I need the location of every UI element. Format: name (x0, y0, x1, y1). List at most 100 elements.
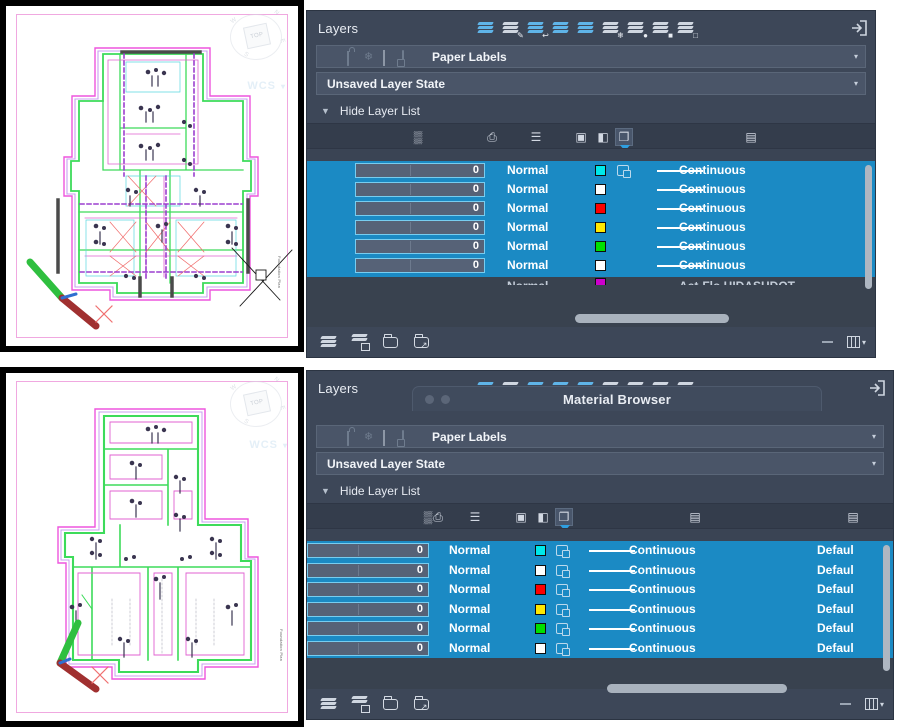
drawing-viewport-top[interactable]: TOP N E S W WCS ▾ Foundation Plan (0, 0, 304, 352)
description-column-icon[interactable]: ☰ (528, 129, 544, 145)
freeze-icon[interactable]: ❄ (364, 51, 376, 63)
layer-state-icons[interactable]: ❄ (326, 49, 414, 66)
layer-grid-column-headers[interactable]: ▒ ⎙ ☰ ▣ ◧ ❐ ▤ (307, 123, 875, 149)
layer-name-field[interactable]: 0 (355, 220, 485, 235)
layer-color-swatch[interactable] (535, 642, 546, 654)
layer-previous-icon[interactable]: ↩ (527, 19, 549, 40)
layer-grid-body[interactable]: 0 Normal Continuous Defaul 0 Normal Continuous… (307, 541, 893, 689)
layer-color-swatch[interactable] (595, 203, 606, 214)
layer-off-icon[interactable]: ● (627, 19, 648, 40)
vp-layer-column-icon[interactable]: ❐ (615, 128, 633, 148)
hide-layer-list-toggle[interactable]: ▼ Hide Layer List (321, 479, 893, 503)
footer-icon-group[interactable]: ↗ (320, 695, 432, 713)
palette-footer[interactable]: ↗ ▾ (307, 327, 875, 357)
layer-color-swatch[interactable] (595, 241, 606, 252)
layer-unlock-icon[interactable]: □ (677, 19, 698, 40)
exit-panel-icon[interactable] (850, 19, 868, 37)
view-cube-top[interactable]: TOP N E S W (226, 8, 292, 68)
layer-color-swatch[interactable] (535, 603, 546, 615)
layer-properties-icon[interactable] (477, 19, 498, 38)
layer-color-swatch[interactable] (535, 584, 546, 595)
viewport-layer-icon[interactable] (556, 584, 570, 597)
table-row[interactable]: 0 Normal Continuous Defaul (307, 619, 893, 638)
plot-icon[interactable] (402, 429, 414, 446)
layer-color-swatch[interactable] (535, 545, 546, 556)
layer-state-selector[interactable]: Unsaved Layer State ▾ (316, 452, 884, 475)
table-row[interactable]: 0 Normal Continuous Defaul (307, 580, 893, 599)
open-folder-icon[interactable] (382, 333, 401, 351)
vp-layer-column-icon[interactable]: ❐ (555, 508, 573, 528)
layers-palette-bottom[interactable]: Layers ↩ ❄ Paper Labels ▾ Unsaved Layer … (306, 370, 894, 720)
layers-palette-top[interactable]: Layers ✎ ↩ ❄ ● ■ □ ❄ Paper Labels ▾ Unsaved L… (306, 10, 876, 358)
table-row[interactable]: 0 Normal Continuous (307, 237, 875, 256)
current-layer-selector[interactable]: ❄ Paper Labels ▾ (316, 45, 866, 68)
layer-state-icons[interactable]: ❄ (326, 429, 414, 446)
palette-footer[interactable]: ↗ ▾ (307, 689, 893, 719)
layer-grid-column-headers[interactable]: ▒ ⎙ ☰ ▣ ◧ ❐ ▤ ▤ (307, 503, 893, 529)
horizontal-scrollbar[interactable] (575, 314, 729, 323)
plot-style-column-icon[interactable]: ▤ (845, 509, 861, 525)
wcs-selector-top[interactable]: WCS ▾ (247, 80, 286, 92)
description-column-icon[interactable]: ☰ (467, 509, 483, 525)
viewport-layer-icon[interactable] (556, 564, 570, 578)
chevron-down-icon[interactable]: ▾ (872, 432, 876, 441)
open-folder-arrow-icon[interactable]: ↗ (413, 333, 432, 351)
plot-column-icon[interactable]: ⎙ (484, 129, 500, 145)
footer-icon-group[interactable]: ↗ (320, 333, 432, 351)
columns-menu-icon[interactable]: ▾ (846, 336, 866, 348)
plot-icon[interactable] (402, 49, 414, 66)
color-swatch-icon[interactable] (383, 429, 395, 446)
wcs-selector-bottom[interactable]: WCS ▾ (249, 439, 288, 451)
viewport-layer-icon[interactable] (617, 165, 631, 178)
layer-color-swatch[interactable] (595, 222, 606, 233)
viewport-layer-icon[interactable] (556, 545, 570, 558)
table-row[interactable]: 0 Normal Continuous (307, 199, 875, 218)
table-row-clipped[interactable]: Normal Act-Flo HIDASHDOT (307, 277, 875, 285)
layer-color-swatch[interactable] (595, 184, 606, 195)
layer-name-field[interactable]: 0 (307, 562, 429, 578)
layer-tools-toolbar[interactable]: ✎ ↩ ❄ ● ■ □ (477, 19, 698, 40)
layer-name-field[interactable]: 0 (307, 621, 429, 636)
layer-name-field[interactable]: 0 (355, 201, 485, 216)
layer-name-field[interactable]: 0 (355, 258, 485, 273)
layer-color-swatch[interactable] (595, 165, 606, 176)
chevron-down-icon[interactable]: ▾ (872, 459, 876, 468)
layer-states-icon[interactable] (320, 696, 339, 713)
lightbulb-icon[interactable] (326, 431, 338, 443)
freeze-icon[interactable]: ❄ (364, 431, 376, 443)
table-row[interactable]: 0 Normal Continuous Defaul (307, 561, 893, 580)
table-row[interactable]: 0 Normal Continuous Defaul (307, 639, 893, 658)
lightbulb-icon[interactable] (326, 51, 338, 63)
columns-menu-icon[interactable]: ▾ (864, 698, 884, 710)
transparency-column-icon[interactable]: ▤ (687, 509, 703, 525)
lock-icon[interactable] (345, 430, 357, 446)
vp-color-column-icon[interactable]: ◧ (595, 129, 611, 145)
table-row[interactable]: 0 Normal Continuous Defaul (307, 541, 893, 560)
vp-color-column-icon[interactable]: ◧ (535, 509, 551, 525)
vp-freeze-column-icon[interactable]: ▣ (513, 509, 529, 525)
layer-edit-icon[interactable]: ✎ (502, 19, 524, 40)
viewport-layer-icon[interactable] (556, 603, 570, 617)
drawing-viewport-bottom[interactable]: TOP N E S W WCS ▾ Foundation Plan (0, 367, 304, 727)
layer-grid-body[interactable]: 0 Normal Continuous 0 Normal Continuous 0 Norma… (307, 161, 875, 327)
lock-icon[interactable] (345, 50, 357, 66)
layer-name-field[interactable]: 0 (307, 582, 429, 597)
material-browser-window[interactable]: Material Browser (412, 386, 822, 411)
chevron-down-icon[interactable]: ▾ (854, 79, 858, 88)
layer-match-icon[interactable] (552, 19, 573, 38)
layer-color-swatch[interactable] (595, 278, 606, 285)
minimize-dash-icon[interactable] (839, 703, 851, 705)
plot-column-icon[interactable]: ⎙ (430, 509, 446, 525)
viewport-layer-icon[interactable] (556, 623, 570, 636)
footer-right-group[interactable]: ▾ (839, 698, 884, 710)
table-row[interactable]: 0 Normal Continuous (307, 161, 875, 180)
layer-translate-icon[interactable] (351, 695, 370, 713)
table-row[interactable]: 0 Normal Continuous (307, 218, 875, 237)
viewport-layer-icon[interactable] (556, 642, 570, 656)
table-row[interactable]: 0 Normal Continuous (307, 180, 875, 199)
vp-freeze-column-icon[interactable]: ▣ (573, 129, 589, 145)
layer-name-field[interactable]: 0 (307, 601, 429, 617)
layer-freeze-icon[interactable]: ❄ (602, 19, 624, 40)
layer-translate-icon[interactable] (351, 333, 370, 351)
status-icon[interactable]: ▒ (410, 129, 426, 145)
